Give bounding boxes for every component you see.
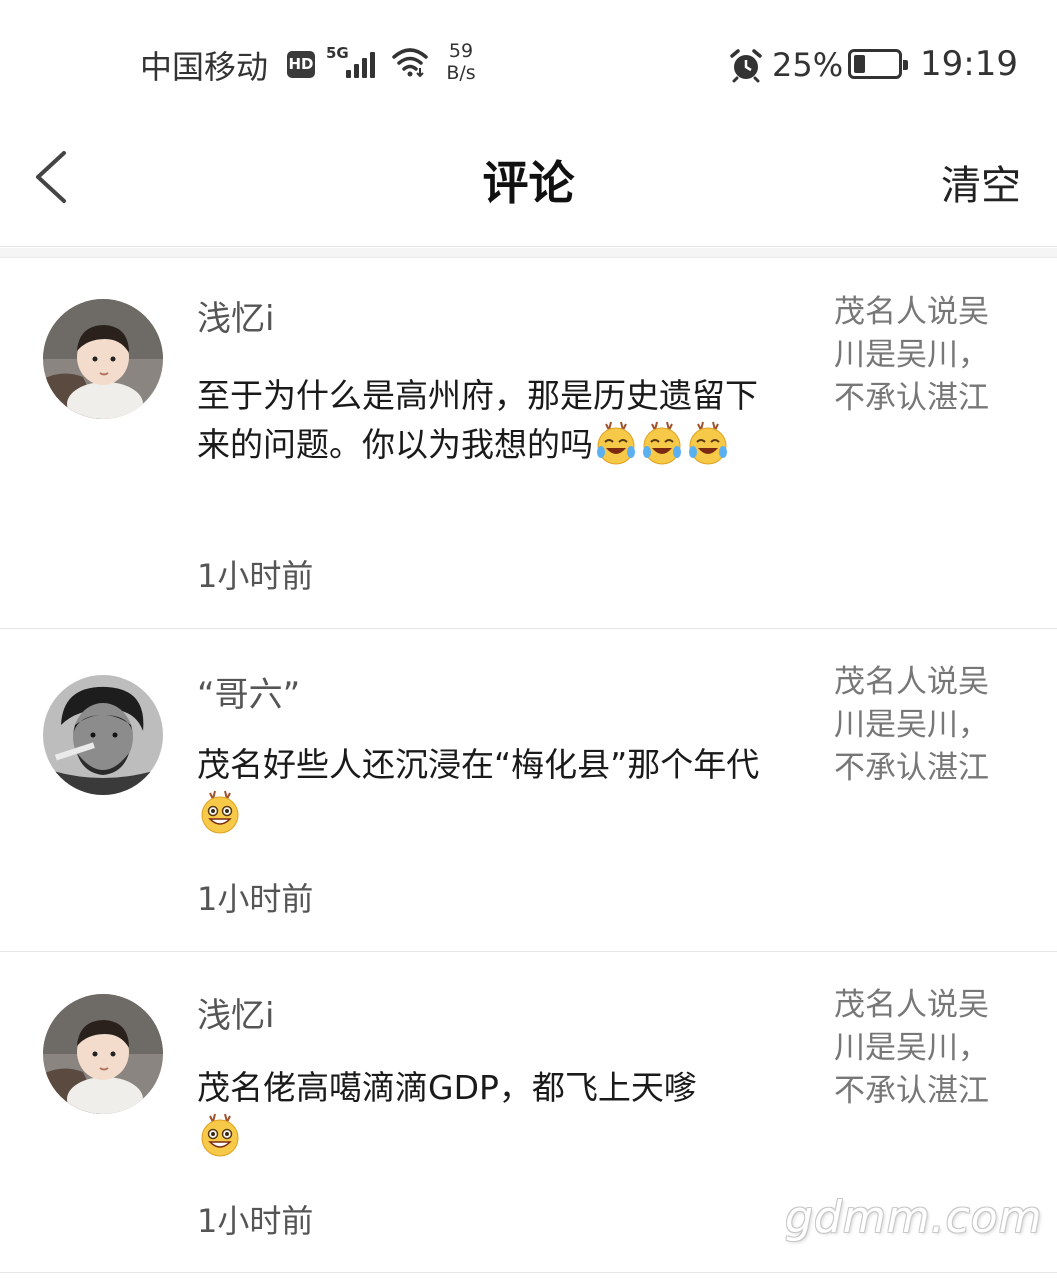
watermark: gdmm.com [785, 1192, 1043, 1243]
comment-username[interactable]: “哥六” [197, 667, 300, 716]
comment-item[interactable]: 浅忆i 至于为什么是高州府，那是历史遗留下来的问题。你以为我想的吗 1小时前 茂… [0, 259, 1057, 629]
status-time: 19:19 [920, 44, 1018, 84]
comment-time: 1小时前 [197, 557, 314, 595]
avatar[interactable] [43, 299, 163, 419]
grin-emoji-icon [197, 1112, 243, 1158]
battery-fill [854, 55, 865, 73]
comment-time: 1小时前 [197, 1202, 314, 1240]
clear-button[interactable]: 清空 [941, 153, 1021, 211]
page-title: 评论 [482, 156, 575, 210]
comment-item[interactable]: “哥六” 茂名好些人还沉浸在“梅化县”那个年代 1小时前 茂名人说吴川是吴川，不… [0, 629, 1057, 952]
avatar[interactable] [43, 994, 163, 1114]
battery-percent: 25% [772, 46, 844, 84]
comment-body: 茂名佬高噶滴滴GDP，都飞上天嗲 [197, 1068, 697, 1107]
signal-icon [344, 48, 382, 78]
laugh-cry-emoji-icon [639, 420, 685, 466]
laugh-cry-emoji-icon [593, 420, 639, 466]
speed-value: 59 [448, 40, 474, 62]
source-article-title[interactable]: 茂名人说吴川是吴川，不承认湛江 [834, 661, 1014, 790]
grin-emoji-icon [197, 789, 243, 835]
comment-list: 浅忆i 至于为什么是高州府，那是历史遗留下来的问题。你以为我想的吗 1小时前 茂… [0, 259, 1057, 1273]
laugh-cry-emoji-icon [685, 420, 731, 466]
comment-text: 茂名好些人还沉浸在“梅化县”那个年代 [197, 741, 767, 838]
status-bar: 中国移动 HD 5G 59 B/s 25% 19:19 [0, 0, 1057, 115]
speed-unit: B/s [446, 62, 476, 84]
carrier-name: 中国移动 [140, 48, 269, 86]
header-divider [0, 248, 1057, 258]
comment-text: 至于为什么是高州府，那是历史遗留下来的问题。你以为我想的吗 [197, 372, 767, 469]
wifi-icon [392, 48, 428, 78]
comment-username[interactable]: 浅忆i [197, 988, 274, 1037]
comment-username[interactable]: 浅忆i [197, 291, 274, 340]
comment-text: 茂名佬高噶滴滴GDP，都飞上天嗲 [197, 1064, 767, 1161]
alarm-icon [730, 49, 762, 83]
source-article-title[interactable]: 茂名人说吴川是吴川，不承认湛江 [834, 984, 1014, 1113]
network-speed: 59 B/s [440, 40, 482, 84]
avatar[interactable] [43, 675, 163, 795]
hd-badge: HD [287, 51, 315, 78]
battery-icon [848, 49, 908, 79]
comment-time: 1小时前 [197, 880, 314, 918]
page-header: 评论 清空 [0, 115, 1057, 247]
source-article-title[interactable]: 茂名人说吴川是吴川，不承认湛江 [834, 291, 1014, 420]
comment-body: 茂名好些人还沉浸在“梅化县”那个年代 [197, 745, 760, 784]
